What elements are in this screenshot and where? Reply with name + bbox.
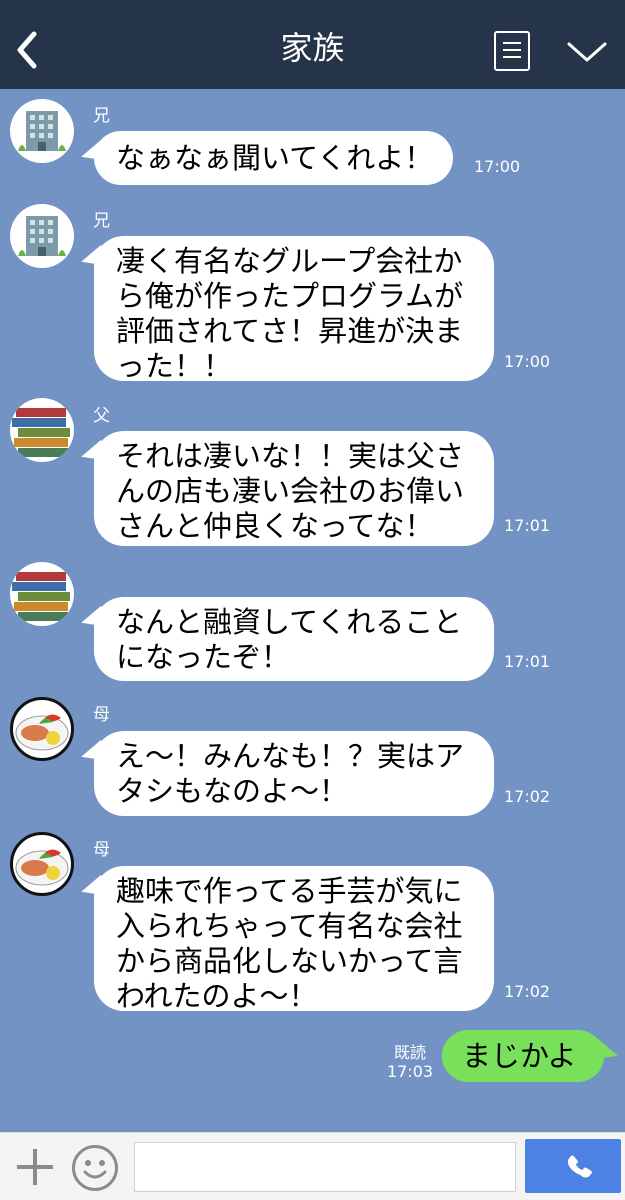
message-bubble[interactable]: なぁなぁ聞いてくれよ！ — [94, 131, 454, 185]
avatar[interactable] — [10, 99, 74, 163]
read-receipt: 既読 17:03 — [385, 1043, 435, 1081]
food-plate-icon — [15, 714, 69, 751]
message-bubble[interactable]: え〜！みんなも！？実はア タシもなのよ〜！ — [94, 731, 494, 816]
sender-name: 兄 — [93, 106, 110, 126]
books-icon — [12, 572, 70, 621]
sender-name: 父 — [93, 406, 110, 426]
emoji-icon[interactable] — [72, 1145, 118, 1191]
avatar[interactable] — [10, 832, 74, 896]
chat-header: 家族 — [0, 0, 625, 89]
read-label: 既読 — [393, 1043, 426, 1062]
avatar[interactable] — [10, 204, 74, 268]
plus-icon[interactable] — [15, 1147, 55, 1187]
message-input[interactable] — [134, 1142, 516, 1192]
message-bubble[interactable]: なんと融資してくれること になったぞ！ — [94, 597, 494, 681]
food-plate-icon — [15, 849, 69, 886]
chat-title: 家族 — [280, 29, 345, 67]
menu-list-icon[interactable] — [494, 31, 530, 71]
message-input-bar — [0, 1132, 625, 1200]
message-time: 17:00 — [504, 352, 551, 371]
message-time: 17:01 — [504, 516, 551, 535]
building-icon — [18, 111, 66, 151]
sender-name: 母 — [93, 840, 110, 860]
message-time: 17:02 — [504, 982, 551, 1001]
avatar[interactable] — [10, 398, 74, 462]
chevron-down-icon[interactable] — [565, 36, 609, 66]
message-bubble[interactable]: 趣味で作ってる手芸が気に 入られちゃって有名な会社 から商品化しないかって言 わ… — [94, 866, 494, 1013]
sender-name: 母 — [93, 705, 110, 725]
my-message-bubble[interactable]: まじかよ — [442, 1030, 604, 1082]
message-time: 17:01 — [504, 652, 551, 671]
message-bubble[interactable]: それは凄いな！！実は父さ んの店も凄い会社のお偉い さんと仲良くなってな！ — [94, 431, 494, 546]
sender-name: 兄 — [93, 211, 110, 231]
books-icon — [12, 408, 70, 457]
message-time: 17:02 — [504, 787, 551, 806]
building-icon — [18, 216, 66, 256]
phone-icon[interactable] — [525, 1139, 621, 1193]
message-time: 17:03 — [386, 1062, 434, 1081]
avatar[interactable] — [10, 697, 74, 761]
message-time: 17:00 — [474, 157, 521, 176]
message-bubble[interactable]: 凄く有名なグループ会社か ら俺が作ったプログラムが 評価されてさ！昇進が決ま っ… — [94, 236, 494, 383]
avatar[interactable] — [10, 562, 74, 626]
